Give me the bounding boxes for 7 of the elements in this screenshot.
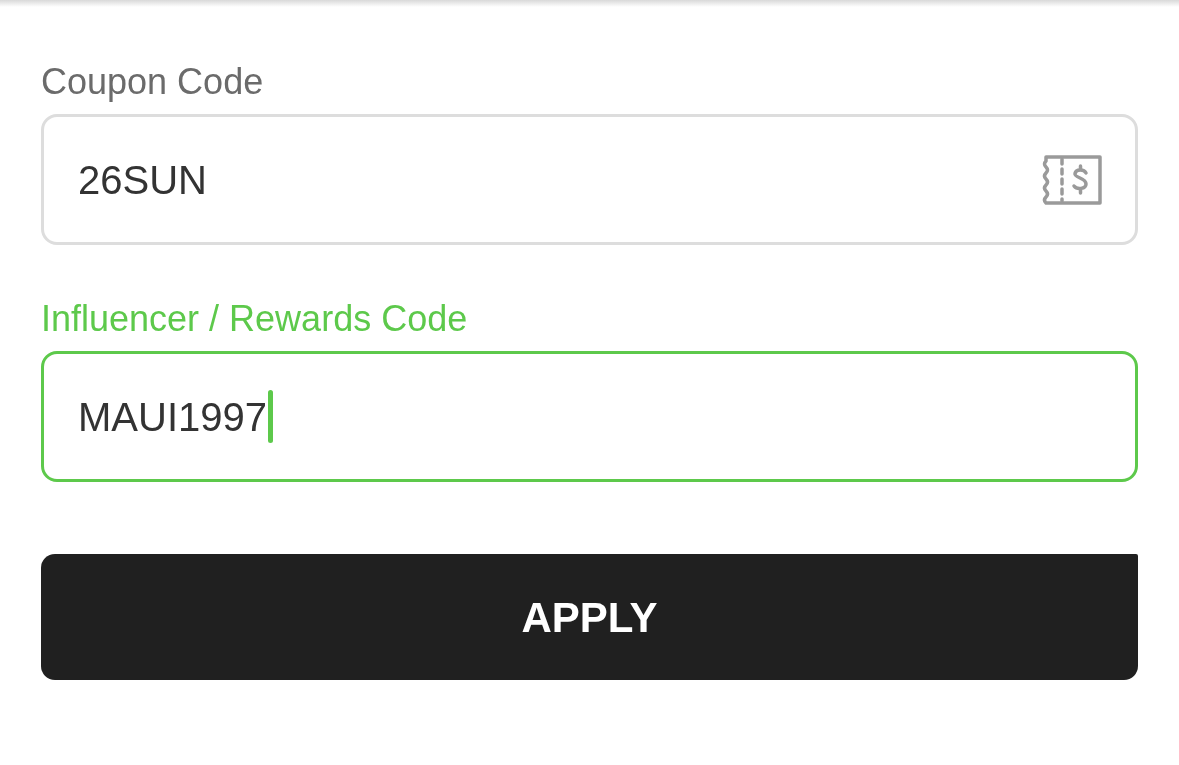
field-label: Coupon Code: [41, 60, 264, 104]
field-label: Influencer / Rewards Code: [41, 297, 468, 341]
text-cursor: [268, 390, 273, 443]
input-field[interactable]: 26SUN: [41, 114, 1138, 245]
apply-button[interactable]: APPLY: [41, 554, 1138, 680]
input-field[interactable]: MAUI1997: [41, 351, 1138, 482]
ticket-icon: [1042, 154, 1102, 205]
